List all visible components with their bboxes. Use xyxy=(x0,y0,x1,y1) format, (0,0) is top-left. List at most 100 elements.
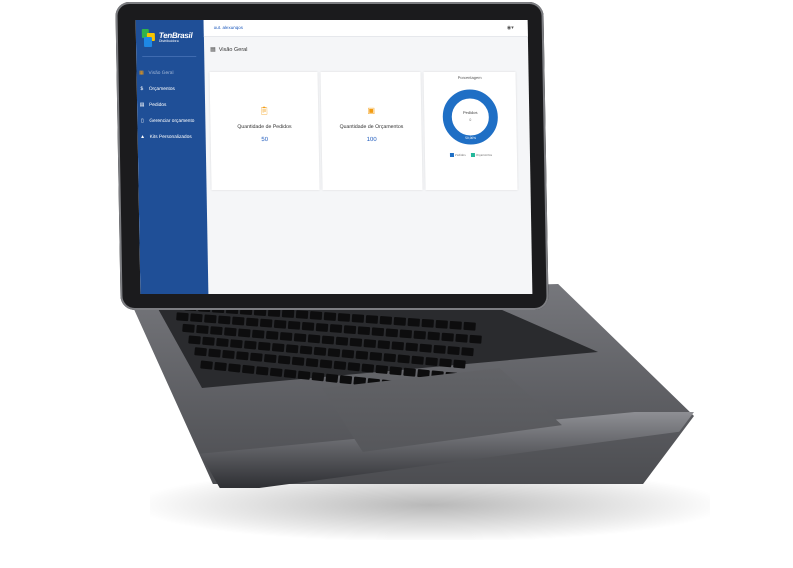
keyboard-key xyxy=(333,360,347,370)
keyboard-key xyxy=(405,342,419,352)
keyboard-key xyxy=(435,319,448,329)
keyboard-key xyxy=(399,329,413,339)
donut-chart: Pedidos 0 50,00% xyxy=(442,89,498,145)
keyboard-key xyxy=(455,333,468,343)
sidebar: TenBrasil Distribuidora ▦ Visão Geral $ … xyxy=(135,20,209,294)
keyboard-key xyxy=(347,362,361,372)
card-orcamentos[interactable]: ▣ Quantidade de Orçamentos 100 xyxy=(320,72,423,190)
keyboard-key xyxy=(236,351,249,361)
keyboard-key xyxy=(425,356,438,367)
app-screen: TenBrasil Distribuidora ▦ Visão Geral $ … xyxy=(135,20,533,294)
logo-icon xyxy=(141,29,156,47)
keyboard-key xyxy=(355,350,369,360)
sidebar-item-label: Kits Personalizados xyxy=(149,134,192,140)
card-label: Quantidade de Orçamentos xyxy=(339,124,404,130)
keyboard-key xyxy=(301,321,315,331)
chevron-down-icon: ▾ xyxy=(511,25,514,31)
keyboard-key xyxy=(341,349,355,359)
keyboard-key xyxy=(315,323,329,332)
keyboard-key xyxy=(375,364,389,375)
bag-icon: ▲ xyxy=(140,134,146,140)
keyboard-key xyxy=(469,334,482,344)
keyboard-key xyxy=(307,334,321,344)
top-bar: out. alexunqos ◉▾ xyxy=(203,20,528,37)
keyboard-key xyxy=(351,314,365,323)
keyboard-key xyxy=(411,355,424,365)
logo[interactable]: TenBrasil Distribuidora xyxy=(141,26,198,50)
dollar-icon: $ xyxy=(140,86,144,92)
keyboard-key xyxy=(363,339,377,349)
keyboard-key xyxy=(439,358,452,368)
keyboard-key xyxy=(305,358,319,368)
keyboard-key xyxy=(335,336,349,346)
sidebar-item-kits-personalizados[interactable]: ▲ Kits Personalizados xyxy=(140,132,202,142)
user-menu[interactable]: ◉▾ xyxy=(507,25,514,31)
sidebar-item-label: Orçamentos xyxy=(148,86,175,92)
card-pedidos[interactable]: 📋︎ Quantidade de Pedidos 50 xyxy=(209,72,320,190)
money-icon: ▣ xyxy=(367,106,376,115)
donut-center-label: Pedidos xyxy=(463,110,478,115)
sidebar-item-visao-geral[interactable]: ▦ Visão Geral xyxy=(138,68,200,78)
keyboard-key xyxy=(389,366,403,376)
keyboard-key xyxy=(281,309,295,318)
legend-item-orcamentos[interactable]: Orçamentos xyxy=(470,153,493,158)
grid-icon: ▦ xyxy=(210,47,216,53)
keyboard-key xyxy=(377,340,391,350)
donut-ring xyxy=(442,89,498,145)
card-porcentagem: Porcentagem Pedidos 0 50,00% Pedidos Orç… xyxy=(423,72,518,190)
keyboard-key xyxy=(319,359,333,369)
keyboard-key xyxy=(413,330,427,340)
logo-subtitle: Distribuidora xyxy=(158,39,179,44)
keyboard-key xyxy=(291,356,305,366)
keyboard-key xyxy=(323,312,337,321)
keyboard-key xyxy=(230,339,243,349)
file-icon: ▯ xyxy=(140,118,144,124)
sidebar-divider xyxy=(142,56,197,57)
card-value: 100 xyxy=(366,137,377,143)
keyboard-key xyxy=(259,318,273,328)
keyboard-key xyxy=(397,354,411,364)
legend-item-pedidos[interactable]: Pedidos xyxy=(449,153,466,158)
document-icon: ▤ xyxy=(139,102,145,108)
keyboard-key xyxy=(255,366,269,376)
sidebar-item-pedidos[interactable]: ▤ Pedidos xyxy=(139,100,201,110)
keyboard-key xyxy=(224,327,237,337)
keyboard-key xyxy=(293,333,307,343)
keyboard-key xyxy=(269,367,283,377)
keyboard-key xyxy=(299,345,313,355)
keyboard-key xyxy=(349,337,363,347)
page-title: ▦ Visão Geral xyxy=(210,46,248,54)
keyboard-key xyxy=(237,328,251,338)
keyboard-key xyxy=(200,360,213,370)
keyboard-key xyxy=(283,369,297,379)
keyboard-key xyxy=(311,372,325,382)
keyboard-key xyxy=(245,317,259,327)
legend-swatch xyxy=(449,153,454,158)
keyboard-key xyxy=(196,324,209,334)
keyboard-key xyxy=(249,352,263,362)
keyboard-key xyxy=(343,325,357,335)
keyboard-key xyxy=(176,312,189,322)
legend-label: Orçamentos xyxy=(475,153,493,157)
sidebar-item-orcamentos[interactable]: $ Orçamentos xyxy=(139,84,201,94)
keyboard-key xyxy=(461,347,474,357)
keyboard-key xyxy=(277,355,291,365)
keyboard-key xyxy=(241,364,255,375)
keyboard-key xyxy=(243,340,257,350)
donut-center-value: 0 xyxy=(469,118,471,122)
page-title-text: Visão Geral xyxy=(218,46,248,53)
keyboard-key xyxy=(231,316,245,326)
keyboard-key xyxy=(441,332,454,342)
keyboard-key xyxy=(427,331,440,341)
keyboard-key xyxy=(309,311,323,320)
keyboard-key xyxy=(214,361,227,372)
keyboard-key xyxy=(407,317,421,327)
sidebar-item-gerenciar-orcamento[interactable]: ▯ Gerenciar orçamento xyxy=(139,116,201,126)
keyboard-key xyxy=(357,326,371,336)
breadcrumb[interactable]: out. alexunqos xyxy=(214,25,243,30)
keyboard-key xyxy=(327,348,341,358)
legend-label: Pedidos xyxy=(454,153,466,157)
keyboard-key xyxy=(251,329,265,339)
keyboard-key xyxy=(453,359,466,369)
keyboard-key xyxy=(447,346,460,356)
